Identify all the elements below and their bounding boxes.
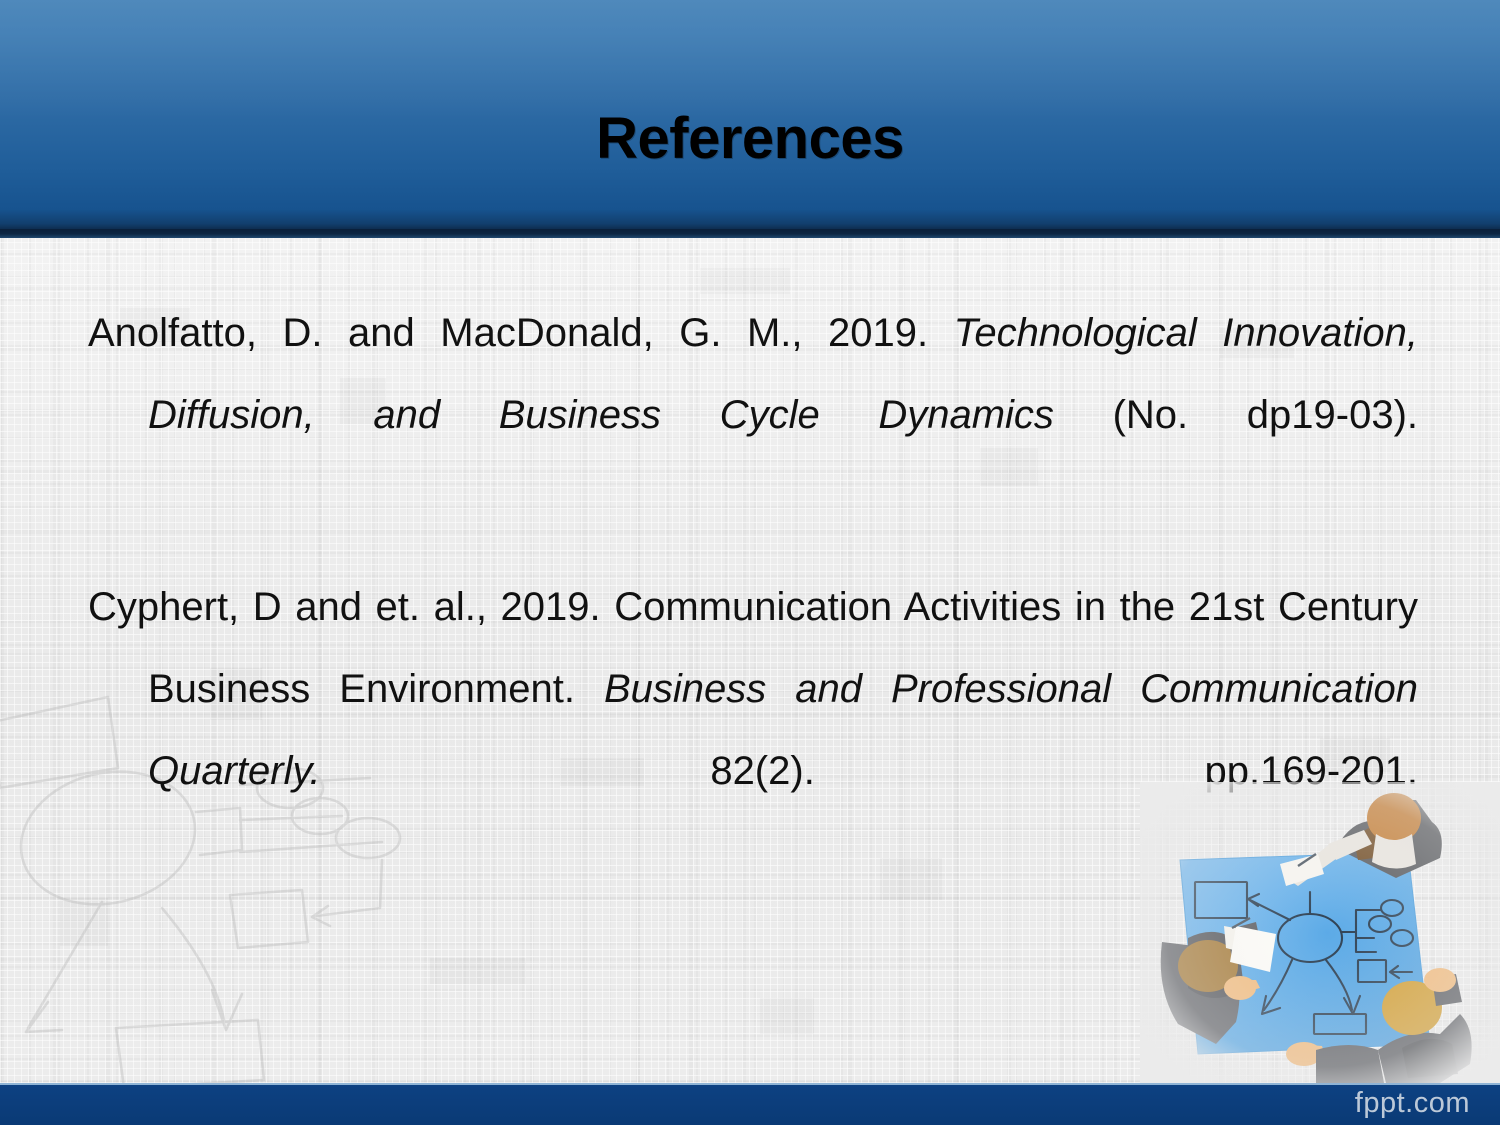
header-bottom-rule — [0, 229, 1500, 238]
reference-item: Anolfatto, D. and MacDonald, G. M., 2019… — [88, 292, 1418, 538]
reference-text-regular-1: Anolfatto, D. and MacDonald, G. M., 2019… — [88, 311, 954, 355]
fppt-logo: fppt.com — [1354, 1087, 1470, 1119]
reference-text-regular-2: (No. dp19-03). — [1053, 393, 1419, 437]
slide-footer-bar: fppt.com — [0, 1083, 1500, 1125]
slide-title: References — [596, 106, 904, 171]
team-meeting-overhead-illustration — [1140, 782, 1500, 1083]
presentation-slide: References Anolfatto, D. and MacDonald, … — [0, 0, 1500, 1125]
header-sheen — [0, 0, 1500, 120]
